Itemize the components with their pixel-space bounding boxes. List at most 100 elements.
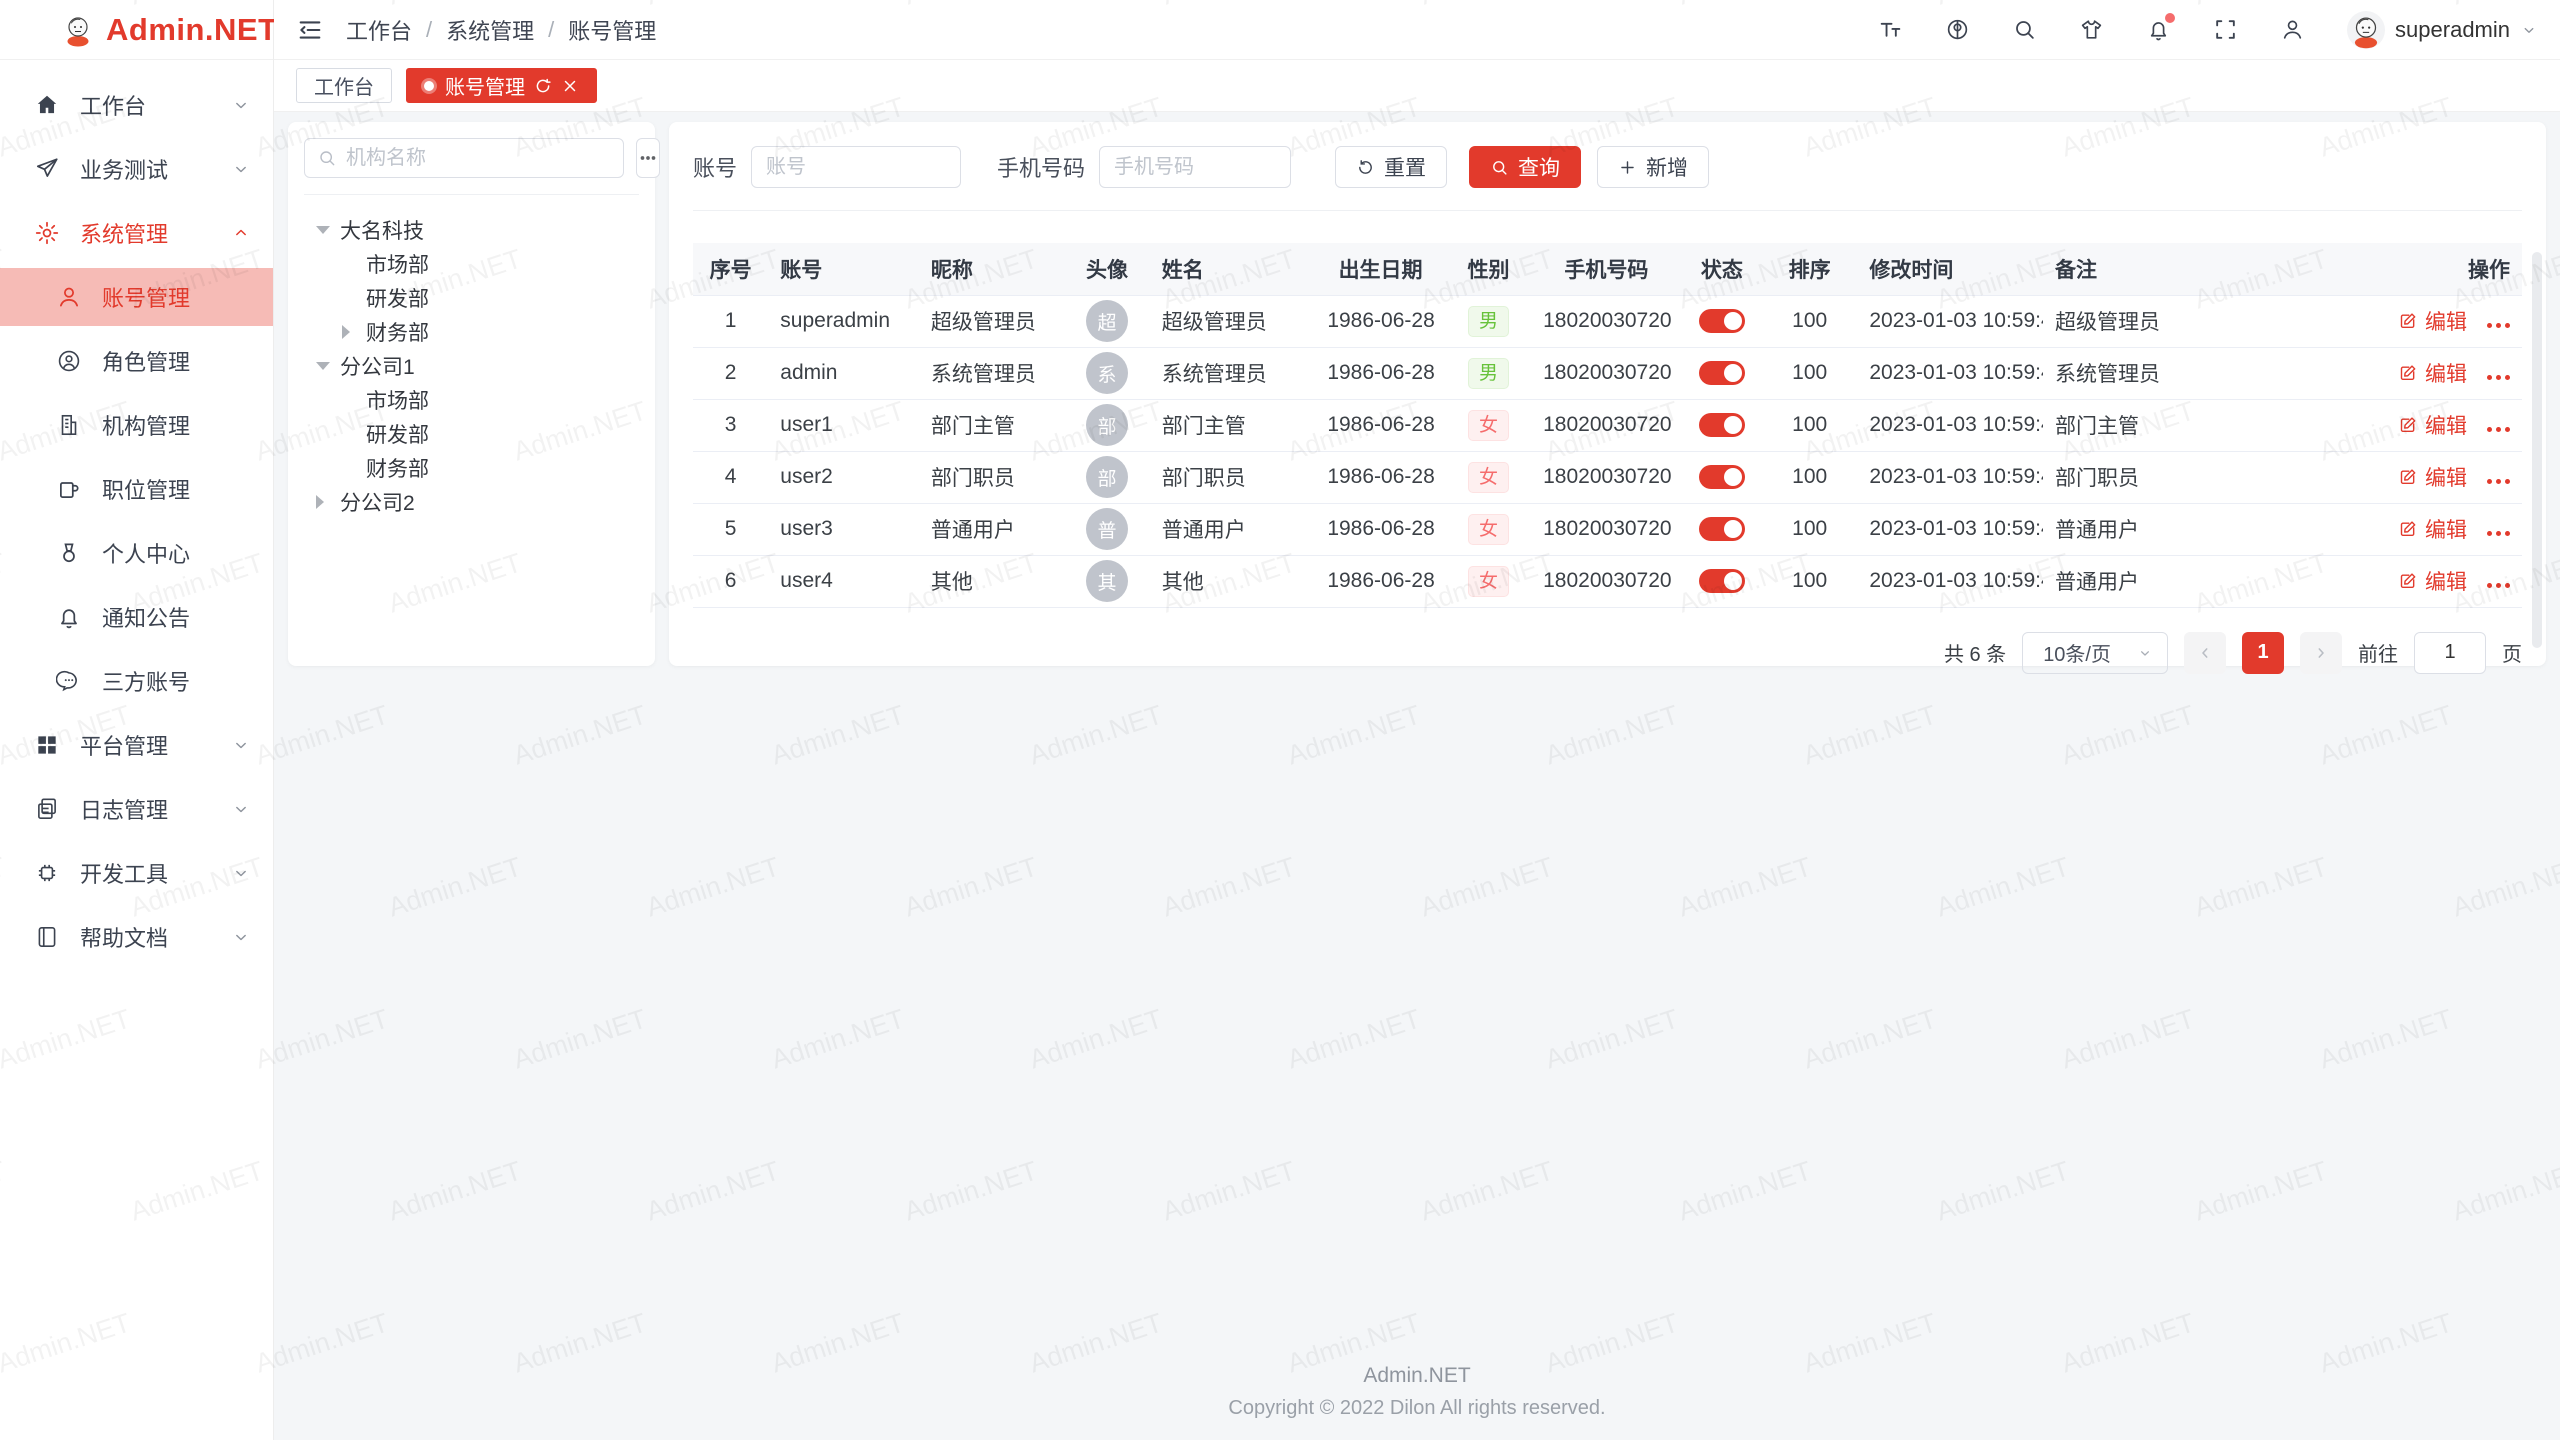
profile-icon[interactable] xyxy=(2280,17,2305,42)
cell-remark: 普通用户 xyxy=(2043,555,2376,607)
table-scrollbar[interactable] xyxy=(2532,252,2542,648)
tree-node[interactable]: 市场部 xyxy=(304,247,639,281)
tree-node[interactable]: 财务部 xyxy=(304,315,639,349)
refresh-icon[interactable] xyxy=(534,77,552,95)
sidebar-item-business-test[interactable]: 业务测试 xyxy=(0,140,273,198)
page-size-select[interactable]: 10条/页 xyxy=(2022,632,2168,674)
edit-button[interactable]: 编辑 xyxy=(2398,358,2467,388)
avatar: 超 xyxy=(1086,300,1128,342)
edit-icon xyxy=(2398,467,2418,487)
tab-account-management[interactable]: 账号管理 xyxy=(406,68,597,103)
status-toggle[interactable] xyxy=(1699,465,1745,489)
sidebar-item-personal-center[interactable]: 个人中心 xyxy=(0,524,273,582)
caret-down-icon[interactable] xyxy=(316,362,340,370)
org-search-box xyxy=(304,138,624,178)
sidebar-item-label: 角色管理 xyxy=(102,345,190,377)
sidebar-item-label: 系统管理 xyxy=(80,217,168,249)
search-icon xyxy=(1490,158,1509,177)
goto-page-input[interactable] xyxy=(2414,632,2486,674)
sidebar-item-dev-tools[interactable]: 开发工具 xyxy=(0,844,273,902)
sidebar-item-workbench[interactable]: 工作台 xyxy=(0,76,273,134)
status-toggle[interactable] xyxy=(1699,361,1745,385)
mascot-logo-icon xyxy=(60,12,96,48)
theme-shirt-icon[interactable] xyxy=(2079,17,2104,42)
cell-order: 100 xyxy=(1762,347,1857,399)
bell-icon xyxy=(56,604,82,630)
reset-icon xyxy=(1356,158,1375,177)
sidebar-item-notice[interactable]: 通知公告 xyxy=(0,588,273,646)
breadcrumb-separator: / xyxy=(426,17,432,43)
status-toggle[interactable] xyxy=(1699,413,1745,437)
current-page-button[interactable]: 1 xyxy=(2242,632,2284,674)
tree-node[interactable]: 大名科技 xyxy=(304,213,639,247)
sidebar-item-account-management[interactable]: 账号管理 xyxy=(0,268,273,326)
sidebar-item-help-docs[interactable]: 帮助文档 xyxy=(0,908,273,966)
more-actions-button[interactable] xyxy=(2487,419,2510,432)
caret-down-icon[interactable] xyxy=(316,226,340,234)
notification-bell-icon[interactable] xyxy=(2146,17,2171,42)
sidebar-item-role-management[interactable]: 角色管理 xyxy=(0,332,273,390)
status-toggle[interactable] xyxy=(1699,309,1745,333)
sidebar-item-label: 平台管理 xyxy=(80,729,168,761)
org-search-input[interactable] xyxy=(346,147,611,170)
edit-button[interactable]: 编辑 xyxy=(2398,410,2467,440)
tree-node[interactable]: 分公司2 xyxy=(304,485,639,519)
search-icon[interactable] xyxy=(2012,17,2037,42)
table-row: 6 user4 其他 其 其他 1986-06-28 女 18020030720… xyxy=(693,555,2522,607)
tree-node[interactable]: 市场部 xyxy=(304,383,639,417)
reset-button[interactable]: 重置 xyxy=(1335,146,1447,188)
edit-button[interactable]: 编辑 xyxy=(2398,566,2467,596)
more-actions-button[interactable] xyxy=(2487,523,2510,536)
edit-button[interactable]: 编辑 xyxy=(2398,306,2467,336)
sidebar-item-system-management[interactable]: 系统管理 xyxy=(0,204,273,262)
phone-filter-input[interactable] xyxy=(1099,146,1291,188)
font-size-icon[interactable] xyxy=(1878,17,1903,42)
prev-page-button[interactable] xyxy=(2184,632,2226,674)
more-actions-button[interactable] xyxy=(2487,575,2510,588)
status-toggle[interactable] xyxy=(1699,517,1745,541)
cell-index: 5 xyxy=(693,503,768,555)
table-row: 1 superadmin 超级管理员 超 超级管理员 1986-06-28 男 … xyxy=(693,295,2522,347)
tree-node[interactable]: 财务部 xyxy=(304,451,639,485)
add-button[interactable]: 新增 xyxy=(1597,146,1709,188)
tree-node[interactable]: 分公司1 xyxy=(304,349,639,383)
more-actions-button[interactable] xyxy=(2487,367,2510,380)
send-icon xyxy=(34,156,60,182)
fullscreen-icon[interactable] xyxy=(2213,17,2238,42)
edit-button[interactable]: 编辑 xyxy=(2398,514,2467,544)
tree-more-button[interactable] xyxy=(636,138,660,178)
more-actions-button[interactable] xyxy=(2487,315,2510,328)
next-page-button[interactable] xyxy=(2300,632,2342,674)
caret-right-icon[interactable] xyxy=(316,495,340,509)
caret-right-icon[interactable] xyxy=(342,325,366,339)
breadcrumb-item[interactable]: 系统管理 xyxy=(446,14,534,46)
sidebar-item-log-management[interactable]: 日志管理 xyxy=(0,780,273,838)
sidebar-item-third-party-account[interactable]: 三方账号 xyxy=(0,652,273,710)
tree-node[interactable]: 研发部 xyxy=(304,417,639,451)
username: superadmin xyxy=(2395,17,2510,43)
sidebar-item-position-management[interactable]: 职位管理 xyxy=(0,460,273,518)
sidebar-item-platform-management[interactable]: 平台管理 xyxy=(0,716,273,774)
breadcrumb-item[interactable]: 工作台 xyxy=(346,14,412,46)
cell-account: user4 xyxy=(768,555,919,607)
sidebar-menu: 工作台 业务测试 系统管理 账号管理 角色管理 xyxy=(0,60,273,972)
sidebar-item-org-management[interactable]: 机构管理 xyxy=(0,396,273,454)
col-header: 账号 xyxy=(768,243,919,295)
account-filter-input[interactable] xyxy=(751,146,961,188)
collapse-menu-icon[interactable] xyxy=(296,16,324,44)
sidebar-item-label: 个人中心 xyxy=(102,537,190,569)
sidebar-item-label: 帮助文档 xyxy=(80,921,168,953)
status-toggle[interactable] xyxy=(1699,569,1745,593)
user-menu[interactable]: superadmin xyxy=(2347,11,2538,49)
cell-time: 2023-01-03 10:59:44 xyxy=(1857,347,2043,399)
edit-button[interactable]: 编辑 xyxy=(2398,462,2467,492)
tree-node[interactable]: 研发部 xyxy=(304,281,639,315)
home-icon xyxy=(34,92,60,118)
tab-workbench[interactable]: 工作台 xyxy=(296,68,392,103)
logo[interactable]: Admin.NET xyxy=(0,0,273,60)
more-actions-button[interactable] xyxy=(2487,471,2510,484)
language-icon[interactable] xyxy=(1945,17,1970,42)
app-root: Admin.NET 工作台 业务测试 系统管理 账号管理 xyxy=(0,0,2560,1440)
search-button[interactable]: 查询 xyxy=(1469,146,1581,188)
close-icon[interactable] xyxy=(561,77,579,95)
